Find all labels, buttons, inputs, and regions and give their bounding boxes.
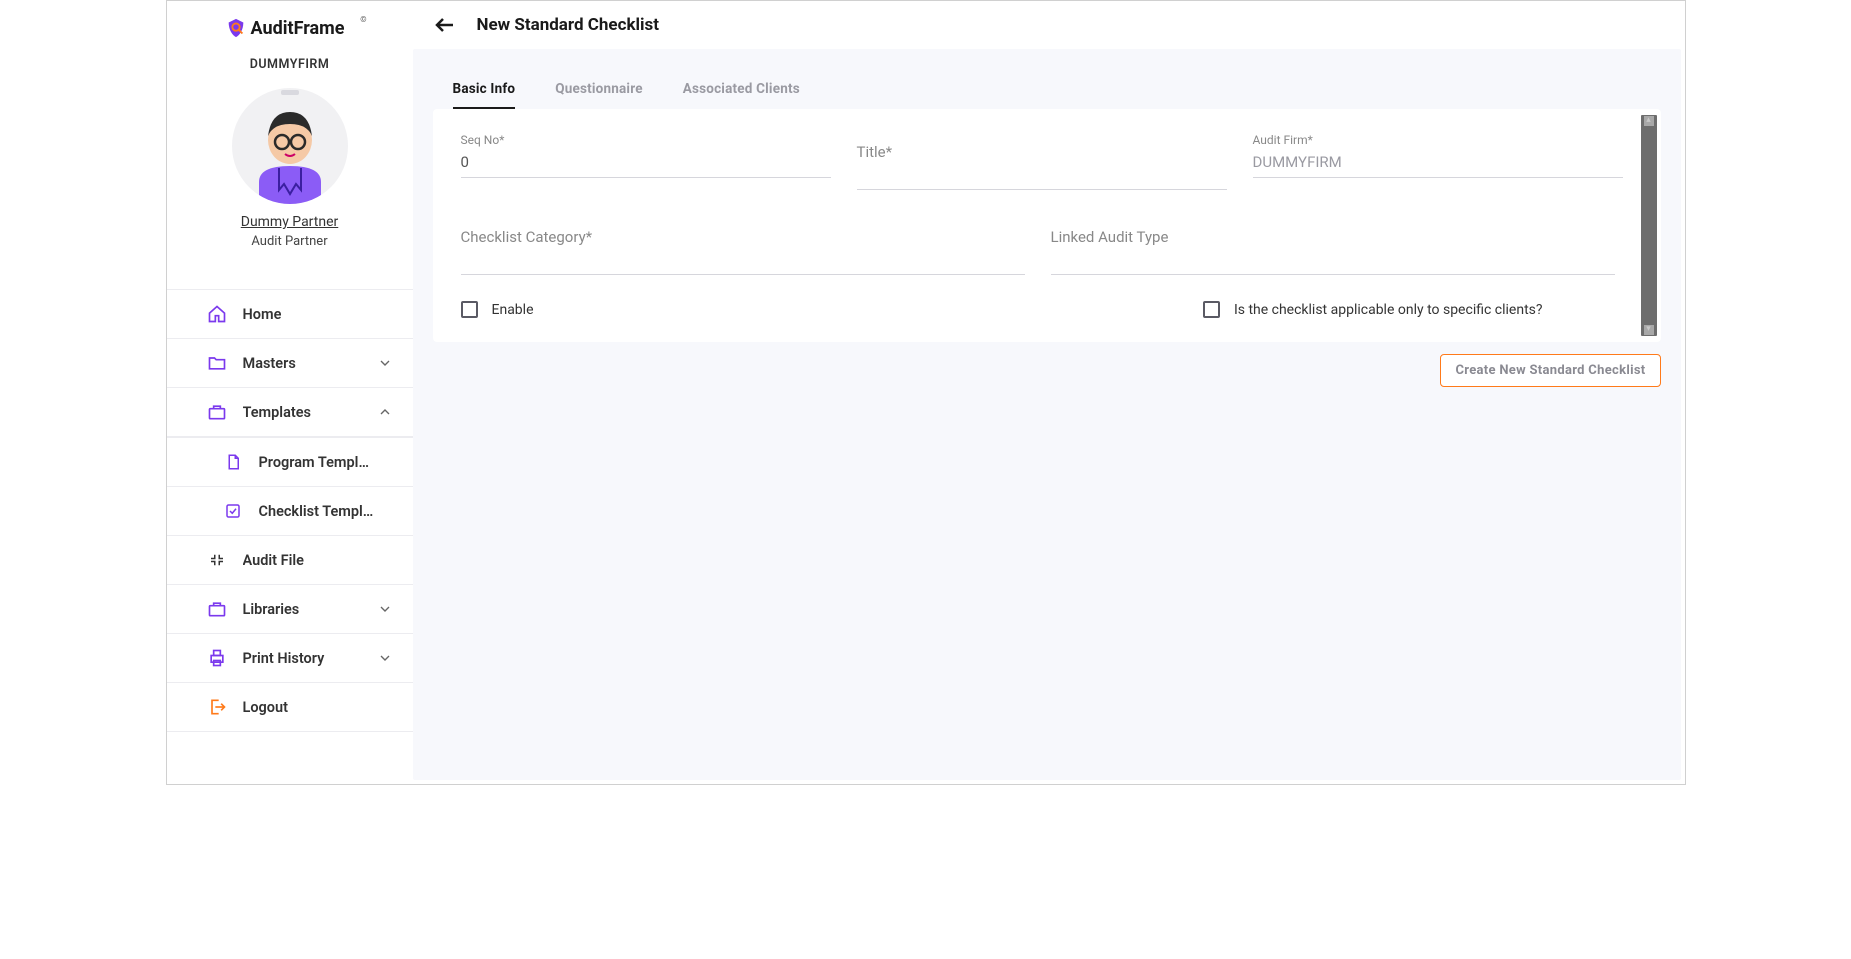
logout-icon (207, 697, 227, 717)
form-scrollbar[interactable]: ▴ ▾ (1641, 115, 1657, 336)
checklist-category-input[interactable] (461, 246, 1025, 275)
seq-no-input[interactable] (461, 149, 831, 178)
chevron-down-icon (377, 650, 393, 666)
document-icon (223, 452, 243, 472)
nav-audit-file[interactable]: Audit File (167, 536, 413, 585)
main: New Standard Checklist Basic Info Questi… (413, 1, 1685, 784)
form-card: ▴ ▾ Seq No* Title* Audit Firm* (433, 109, 1661, 342)
form-row-2: Checklist Category* Linked Audit Type (461, 218, 1633, 275)
chevron-down-icon (377, 601, 393, 617)
app-root: AuditFrame © DUMMYFIRM Dummy Partner (166, 0, 1686, 785)
nav-home-label: Home (243, 306, 399, 323)
specific-clients-label: Is the checklist applicable only to spec… (1234, 302, 1543, 318)
field-seq-no: Seq No* (461, 133, 831, 190)
back-button[interactable] (433, 13, 457, 37)
page-title: New Standard Checklist (477, 15, 660, 35)
field-linked-audit-type: Linked Audit Type (1051, 218, 1615, 275)
specific-clients-checkbox[interactable] (1203, 301, 1220, 318)
scroll-down-icon: ▾ (1644, 325, 1654, 335)
arrow-left-icon (433, 13, 457, 37)
nav-templates-label: Templates (243, 404, 361, 421)
form-row-1: Seq No* Title* Audit Firm* (461, 133, 1633, 190)
brand-icon (225, 17, 247, 39)
nav-logout-label: Logout (243, 699, 399, 716)
library-icon (207, 599, 227, 619)
enable-label: Enable (492, 302, 534, 318)
audit-firm-label: Audit Firm* (1253, 133, 1623, 147)
nav-templates-sub: Program Templ… Checklist Templ… (167, 437, 413, 536)
user-role: Audit Partner (251, 234, 327, 249)
user-name[interactable]: Dummy Partner (241, 214, 339, 230)
nav-checklist-templates[interactable]: Checklist Templ… (167, 487, 413, 536)
nav-libraries-label: Libraries (243, 601, 361, 618)
checkbox-row: Enable Is the checklist applicable only … (461, 295, 1633, 318)
nav-checklist-templates-label: Checklist Templ… (259, 503, 399, 520)
firm-name: DUMMYFIRM (250, 57, 330, 72)
brand-name: AuditFrame (251, 18, 345, 39)
chevron-down-icon (377, 355, 393, 371)
field-title: Title* (857, 133, 1227, 190)
action-row: Create New Standard Checklist (433, 342, 1661, 387)
briefcase-icon (207, 402, 227, 422)
nav-masters[interactable]: Masters (167, 339, 413, 388)
tab-basic-info[interactable]: Basic Info (453, 75, 516, 109)
title-input[interactable] (857, 161, 1227, 190)
tab-questionnaire[interactable]: Questionnaire (555, 75, 643, 109)
brand-logo: AuditFrame © (167, 11, 413, 49)
create-button[interactable]: Create New Standard Checklist (1440, 354, 1660, 387)
nav-print-history-label: Print History (243, 650, 361, 667)
nav-logout[interactable]: Logout (167, 683, 413, 732)
collapse-icon (207, 550, 227, 570)
content-area: Basic Info Questionnaire Associated Clie… (413, 49, 1681, 780)
avatar-figure-icon (247, 104, 333, 204)
linked-audit-type-input[interactable] (1051, 246, 1615, 275)
chevron-up-icon (377, 404, 393, 420)
brand-trademark-icon: © (360, 15, 366, 24)
nav-print-history[interactable]: Print History (167, 634, 413, 683)
field-checklist-category: Checklist Category* (461, 218, 1025, 275)
nav: Home Masters Templates (167, 269, 413, 732)
nav-program-templates[interactable]: Program Templ… (167, 437, 413, 487)
topbar: New Standard Checklist (413, 1, 1685, 49)
enable-checkbox-group[interactable]: Enable (461, 301, 534, 318)
nav-home[interactable]: Home (167, 289, 413, 339)
audit-firm-input[interactable] (1253, 149, 1623, 178)
field-audit-firm: Audit Firm* (1253, 133, 1623, 190)
folder-icon (207, 353, 227, 373)
enable-checkbox[interactable] (461, 301, 478, 318)
scroll-up-icon: ▴ (1644, 116, 1654, 126)
nav-masters-label: Masters (243, 355, 361, 372)
tabs: Basic Info Questionnaire Associated Clie… (433, 49, 1661, 109)
avatar-handle-icon (281, 90, 299, 95)
nav-audit-file-label: Audit File (243, 552, 399, 569)
nav-program-templates-label: Program Templ… (259, 454, 399, 471)
nav-libraries[interactable]: Libraries (167, 585, 413, 634)
nav-templates[interactable]: Templates (167, 388, 413, 437)
avatar (232, 88, 348, 204)
checklist-icon (223, 501, 243, 521)
sidebar: AuditFrame © DUMMYFIRM Dummy Partner (167, 1, 413, 784)
seq-no-label: Seq No* (461, 133, 831, 147)
home-icon (207, 304, 227, 324)
tab-associated-clients[interactable]: Associated Clients (683, 75, 800, 109)
print-icon (207, 648, 227, 668)
specific-clients-checkbox-group[interactable]: Is the checklist applicable only to spec… (1203, 301, 1543, 318)
firm-section: DUMMYFIRM Dummy Partner Audit Partner (167, 49, 413, 269)
